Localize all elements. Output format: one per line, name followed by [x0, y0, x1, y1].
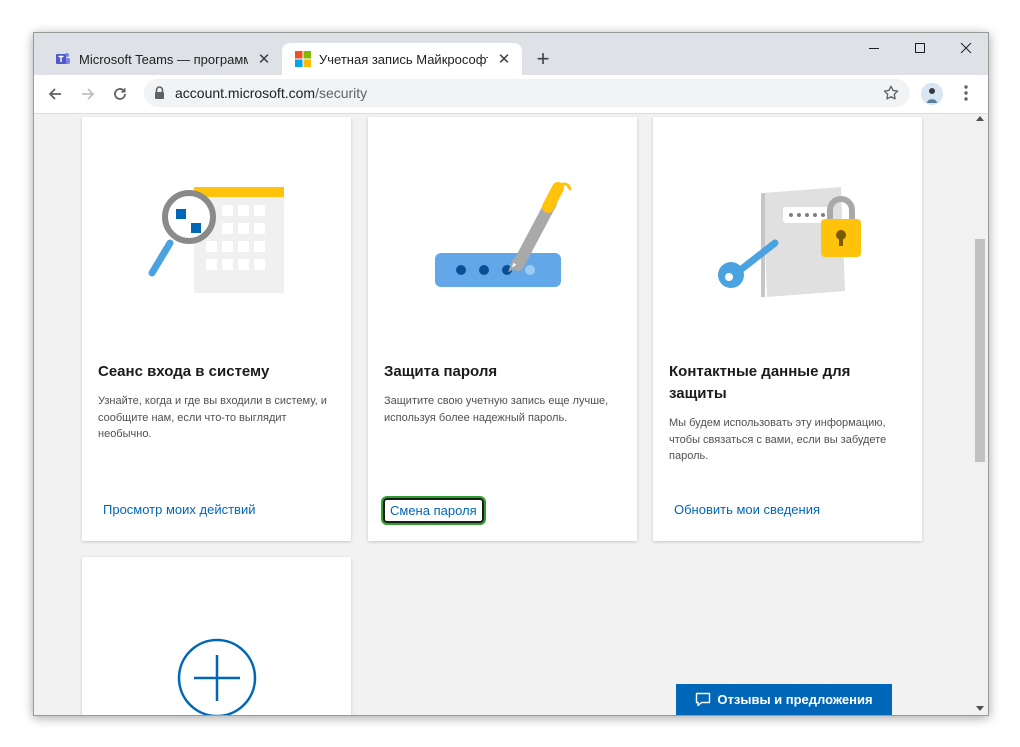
tab-microsoft-account[interactable]: Учетная запись Майкрософт | S ✕ [282, 43, 522, 75]
feedback-button-label: Отзывы и предложения [717, 692, 873, 707]
back-icon [48, 88, 61, 100]
avatar[interactable] [921, 83, 943, 105]
forward-button[interactable] [76, 82, 100, 106]
teams-icon [56, 53, 70, 64]
sign-in-activity-illustration [148, 187, 284, 293]
tab-strip: Microsoft Teams — программа д ✕ Учетная … [34, 33, 988, 75]
scroll-up-arrow-icon[interactable] [976, 116, 984, 121]
contact-info-illustration [718, 187, 861, 297]
minimize-icon [869, 48, 879, 49]
update-my-info-link[interactable]: Обновить мои сведения [674, 502, 820, 517]
star-icon[interactable] [882, 84, 900, 102]
card-description: Защитите свою учетную запись еще лучше, … [384, 395, 609, 424]
maximize-button[interactable] [900, 37, 940, 59]
scrollbar-thumb[interactable] [975, 239, 985, 462]
scroll-down-arrow-icon[interactable] [976, 706, 984, 711]
change-password-link[interactable]: Смена пароля [383, 498, 484, 523]
new-tab-button[interactable]: + [532, 48, 554, 70]
tab-teams[interactable]: Microsoft Teams — программа д ✕ [42, 43, 282, 75]
close-icon [960, 42, 972, 54]
card-title: Сеанс входа в систему [98, 363, 270, 380]
address-bar[interactable]: account.microsoft.com/security [144, 79, 910, 107]
url-text[interactable]: account.microsoft.com/security [175, 85, 367, 101]
close-tab-icon[interactable]: ✕ [254, 49, 274, 69]
forward-icon [82, 88, 95, 100]
vertical-scrollbar[interactable] [972, 114, 988, 715]
card-description: Узнайте, когда и где вы входили в систем… [98, 395, 327, 440]
browser-window: Microsoft Teams — программа д ✕ Учетная … [33, 32, 989, 716]
menu-icon [964, 85, 968, 101]
tab-title: Учетная запись Майкрософт | S [319, 51, 488, 67]
tab-title: Microsoft Teams — программа д [79, 51, 248, 67]
url-path: /security [315, 85, 368, 101]
page-content: Сеанс входа в систему Узнайте, когда и г… [34, 114, 972, 715]
reload-button[interactable] [108, 82, 132, 106]
browser-toolbar: account.microsoft.com/security [34, 75, 988, 114]
minimize-button[interactable] [854, 37, 894, 59]
password-illustration [435, 182, 572, 287]
plus-circle-icon[interactable] [176, 637, 258, 715]
maximize-icon [915, 43, 925, 53]
security-card-more[interactable] [82, 557, 351, 715]
lock-icon[interactable] [154, 86, 165, 100]
menu-button[interactable] [956, 82, 976, 109]
url-host: account.microsoft.com [175, 85, 316, 101]
security-card-sign-in-activity: Сеанс входа в систему Узнайте, когда и г… [82, 117, 351, 541]
card-description: Мы будем использовать эту информацию, чт… [669, 417, 887, 462]
feedback-icon [695, 692, 711, 707]
card-title: Контактные данные для защиты [669, 363, 851, 402]
security-card-password: Защита пароля Защитите свою учетную запи… [368, 117, 637, 541]
feedback-button[interactable]: Отзывы и предложения [676, 684, 892, 715]
security-card-contact-info: Контактные данные для защиты Мы будем ис… [653, 117, 922, 541]
microsoft-logo-icon [295, 51, 311, 67]
close-window-button[interactable] [946, 37, 986, 59]
close-tab-icon[interactable]: ✕ [494, 49, 514, 69]
profile-avatar-icon [921, 83, 943, 105]
view-my-activity-link[interactable]: Просмотр моих действий [103, 502, 255, 517]
reload-icon [114, 88, 126, 100]
card-title: Защита пароля [384, 363, 498, 380]
back-button[interactable] [43, 82, 67, 106]
